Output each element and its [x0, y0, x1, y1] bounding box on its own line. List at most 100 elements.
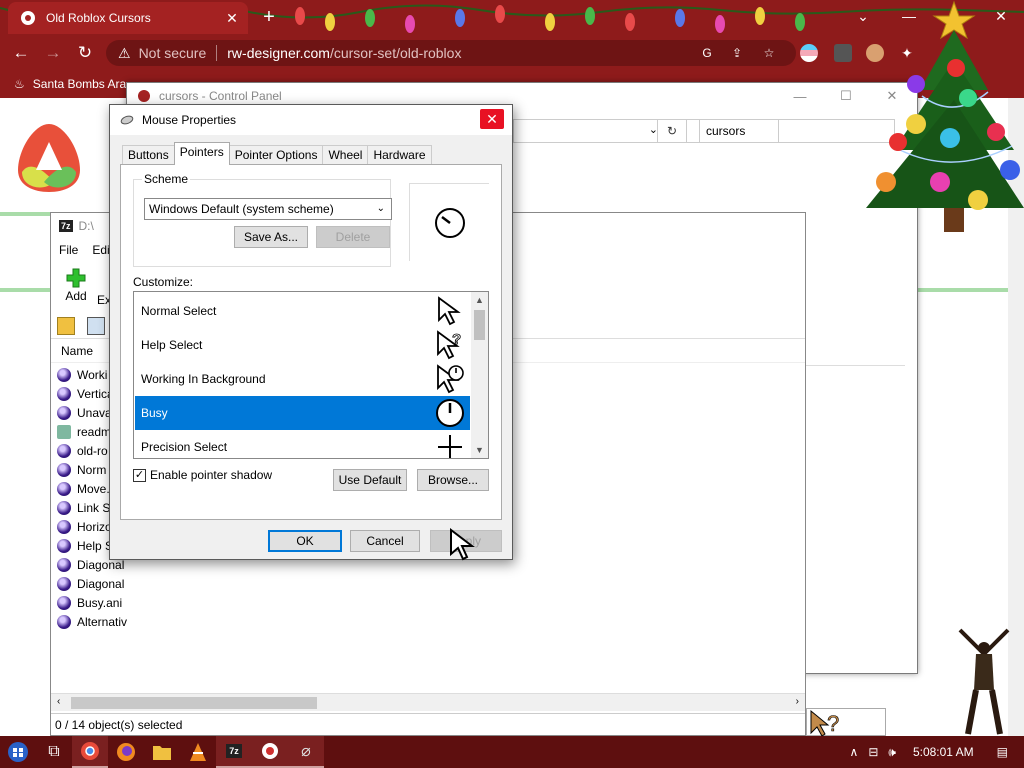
scroll-down-icon[interactable]: ▼	[471, 442, 488, 458]
cursor-file-icon	[57, 557, 71, 572]
google-icon[interactable]: G	[698, 44, 716, 62]
folder-up-icon[interactable]	[57, 317, 75, 335]
tab-pointer-options[interactable]: Pointer Options	[228, 145, 324, 165]
tab-buttons[interactable]: Buttons	[122, 145, 175, 165]
cp-minimize-button[interactable]: —	[777, 83, 823, 109]
browser-tab[interactable]: Old Roblox Cursors ✕	[8, 2, 248, 34]
customize-label: Customize:	[133, 275, 194, 289]
reload-icon[interactable]: ↻	[70, 38, 100, 68]
cursor-row-precision-select[interactable]: Precision Select	[135, 430, 470, 458]
cursor-file-icon	[57, 367, 71, 382]
help-cursor-icon: ?	[810, 709, 840, 737]
cursor-row-working-in-background[interactable]: Working In Background	[135, 362, 470, 396]
add-label: Add	[65, 289, 87, 303]
file-list-item[interactable]: Alternativ	[57, 612, 127, 631]
cursor-name: Working In Background	[141, 372, 266, 386]
tab-wheel[interactable]: Wheel	[322, 145, 369, 165]
file-name: Horizo	[77, 519, 112, 534]
svg-text:?: ?	[452, 331, 461, 348]
working-cursor-icon	[434, 363, 466, 395]
cp-refresh-icon[interactable]: ↻	[657, 119, 687, 143]
cursor-row-normal-select[interactable]: Normal Select	[135, 294, 470, 328]
7zip-taskbar-icon[interactable]: 7z	[216, 736, 252, 768]
site-favicon	[21, 11, 35, 25]
cursor-file-icon	[57, 576, 71, 591]
back-arrow-icon[interactable]: ←	[6, 38, 36, 68]
cursor-row-busy[interactable]: Busy	[135, 396, 470, 430]
extension-flag-icon[interactable]	[800, 44, 818, 62]
volume-icon[interactable]: 🕪	[888, 745, 896, 760]
file-explorer-icon[interactable]	[144, 736, 180, 768]
notifications-icon[interactable]: ▤	[997, 745, 1008, 759]
chrome-taskbar-icon[interactable]	[72, 736, 108, 768]
roblox-taskbar-icon[interactable]	[252, 736, 288, 768]
help-cursor-icon: ?	[434, 329, 466, 361]
christmas-tree-decoration	[866, 0, 1024, 232]
cursor-file-icon	[57, 443, 71, 458]
cursor-file-icon	[57, 614, 71, 629]
menu-file[interactable]: File	[59, 243, 78, 257]
file-list-item[interactable]: Busy.ani	[57, 593, 127, 612]
add-button[interactable]: Add	[61, 267, 91, 303]
bookmark-star-icon[interactable]: ☆	[760, 44, 778, 62]
system-tray: ∧ ⊟ 🕪 5:08:01 AM ▤	[845, 736, 1024, 768]
file-name: Diagonal	[77, 576, 125, 591]
firefox-taskbar-icon[interactable]	[108, 736, 144, 768]
cancel-button[interactable]: Cancel	[350, 530, 420, 552]
file-name: Norm	[77, 462, 107, 477]
mouse-pointer-icon	[450, 528, 475, 561]
scheme-group: Scheme Windows Default (system scheme) ⌄…	[133, 172, 392, 267]
7zip-status-bar: 0 / 14 object(s) selected	[51, 713, 805, 735]
dancer-decoration	[958, 628, 1010, 735]
bookmark-item[interactable]: Santa Bombs Ara	[33, 77, 126, 91]
scheme-select[interactable]: Windows Default (system scheme) ⌄	[144, 198, 392, 220]
tab-hardware[interactable]: Hardware	[367, 145, 432, 165]
url-text[interactable]: rw-designer.com/cursor-set/old-roblox	[227, 45, 461, 61]
browse-button[interactable]: Browse...	[417, 469, 489, 491]
7zip-horizontal-scrollbar[interactable]: ‹ ›	[51, 693, 805, 711]
save-as-button[interactable]: Save As...	[234, 226, 308, 248]
archive-icon[interactable]	[87, 317, 105, 335]
start-button[interactable]	[0, 736, 36, 768]
paperclip-taskbar-icon[interactable]: ⌀	[288, 736, 324, 768]
dialog-close-button[interactable]: ✕	[480, 109, 504, 129]
file-name: Busy.ani	[77, 595, 123, 610]
tab-close-icon[interactable]: ✕	[224, 10, 240, 26]
pointer-shadow-label: Enable pointer shadow	[150, 468, 273, 482]
mouse-properties-dialog: Mouse Properties ✕ Buttons Pointers Poin…	[109, 104, 513, 560]
checkbox-box[interactable]: ✓	[133, 468, 146, 482]
delete-button[interactable]: Delete	[316, 226, 390, 248]
cursor-row-help-select[interactable]: Help Select ?	[135, 328, 470, 362]
menu-edit[interactable]: Edi	[92, 243, 109, 257]
address-bar[interactable]: ⚠ Not secure rw-designer.com/cursor-set/…	[106, 40, 796, 66]
extension-s-icon[interactable]	[834, 44, 852, 62]
scrollbar-thumb[interactable]	[474, 310, 485, 340]
new-tab-button[interactable]: +	[258, 7, 280, 28]
use-default-button[interactable]: Use Default	[333, 469, 407, 491]
clock[interactable]: 5:08:01 AM	[913, 745, 974, 759]
scrollbar-thumb[interactable]	[71, 697, 317, 709]
network-icon[interactable]: ⊟	[868, 745, 878, 759]
file-list-item[interactable]: Diagonal	[57, 574, 127, 593]
scroll-left-icon[interactable]: ‹	[57, 696, 60, 707]
bookmark-icon: ♨	[14, 77, 25, 91]
pointer-shadow-checkbox[interactable]: ✓ Enable pointer shadow	[133, 468, 272, 482]
dialog-title: Mouse Properties	[142, 113, 237, 127]
document-icon	[57, 424, 71, 439]
cursor-list-scrollbar[interactable]: ▲ ▼	[471, 292, 488, 458]
tab-pointers[interactable]: Pointers	[173, 142, 230, 165]
busy-preview-icon	[434, 207, 465, 238]
ok-button[interactable]: OK	[268, 530, 342, 552]
name-column[interactable]: Name	[61, 344, 93, 358]
task-view-icon[interactable]: ⧉	[36, 736, 72, 768]
tray-chevron-icon[interactable]: ∧	[850, 745, 859, 759]
share-icon[interactable]: ⇪	[728, 44, 746, 62]
scroll-right-icon[interactable]: ›	[796, 696, 799, 707]
warning-icon[interactable]: ⚠	[118, 45, 131, 62]
url-path: /cursor-set/old-roblox	[329, 45, 462, 61]
dialog-titlebar: Mouse Properties	[110, 105, 512, 135]
scroll-up-icon[interactable]: ▲	[471, 292, 488, 308]
help-cursor-preview: ?	[806, 708, 886, 737]
forward-arrow-icon[interactable]: →	[38, 38, 68, 68]
vlc-icon[interactable]	[180, 736, 216, 768]
